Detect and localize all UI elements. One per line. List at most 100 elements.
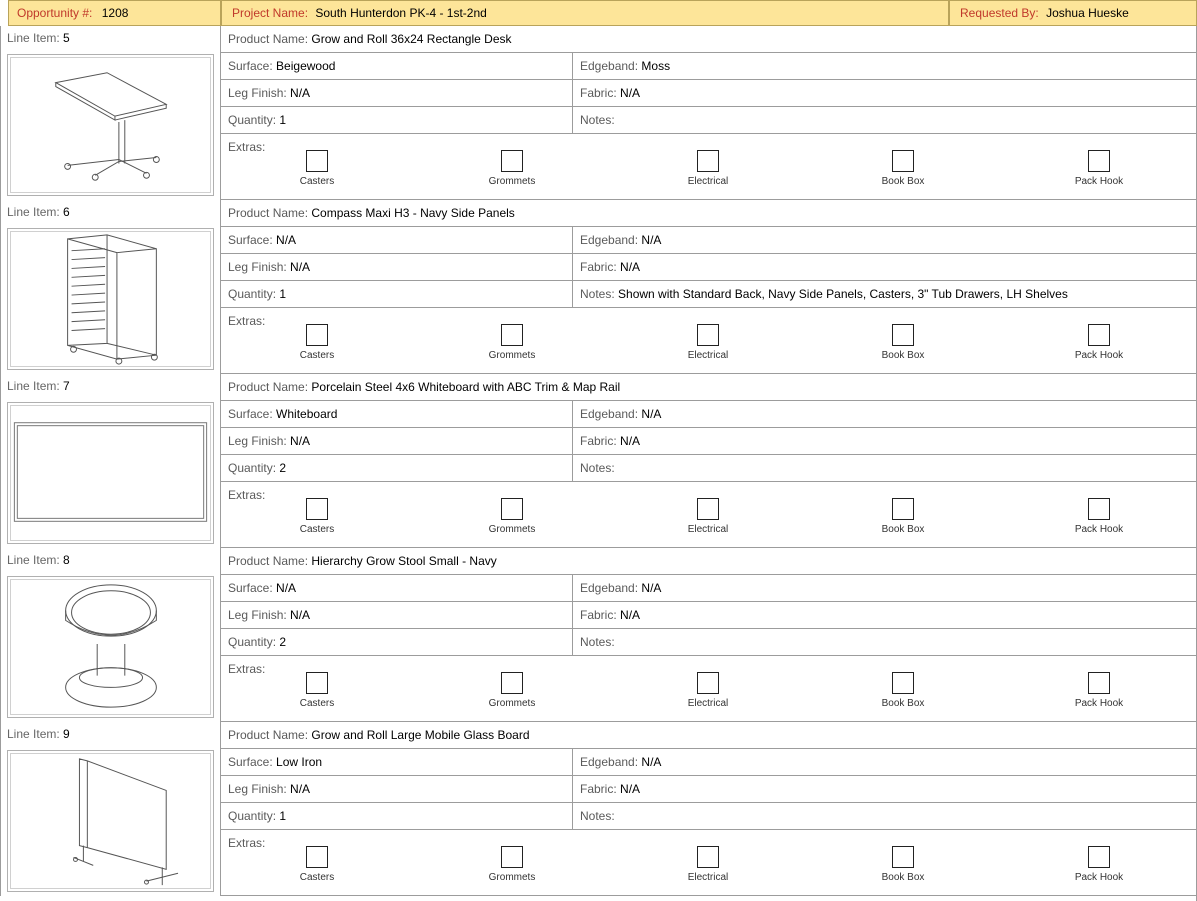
extra-checkbox[interactable] [892,498,914,520]
quantity-row: Quantity: 2 Notes: [221,629,1197,656]
extra-checkbox[interactable] [697,672,719,694]
project-value: South Hunterdon PK-4 - 1st-2nd [315,6,487,20]
quantity-row: Quantity: 2 Notes: [221,455,1197,482]
fabric-value: N/A [620,608,641,622]
extra-option[interactable]: Casters [257,150,377,187]
extra-option[interactable]: Pack Hook [1039,324,1159,361]
extra-option[interactable]: Casters [257,498,377,535]
surface-row: Surface: Beigewood Edgeband: Moss [221,53,1197,80]
extra-checkbox[interactable] [306,150,328,172]
notes-label: Notes: [580,287,615,301]
extra-option[interactable]: Book Box [843,150,963,187]
quantity-row: Quantity: 1 Notes: [221,803,1197,830]
extra-checkbox[interactable] [1088,324,1110,346]
notes-label: Notes: [580,635,615,649]
extra-checkbox[interactable] [1088,846,1110,868]
extra-option[interactable]: Pack Hook [1039,150,1159,187]
extra-checkbox[interactable] [501,150,523,172]
extra-option[interactable]: Pack Hook [1039,672,1159,709]
line-item-label: Line Item: [7,31,60,45]
extra-checkbox[interactable] [501,324,523,346]
extra-checkbox[interactable] [501,672,523,694]
fabric-label: Fabric: [580,86,617,100]
product-name-row: Product Name: Grow and Roll Large Mobile… [221,722,1197,749]
extra-checkbox[interactable] [306,324,328,346]
extra-checkbox[interactable] [697,150,719,172]
product-name-label: Product Name: [228,380,309,394]
product-name-row: Product Name: Compass Maxi H3 - Navy Sid… [221,200,1197,227]
line-item-number: Line Item: 7 [7,379,70,393]
extra-checkbox[interactable] [306,846,328,868]
line-item-image-column: Line Item: 7 [0,374,221,548]
extra-option[interactable]: Electrical [648,498,768,535]
opportunity-label: Opportunity #: [17,6,93,20]
extra-option[interactable]: Grommets [452,498,572,535]
product-name-value: Grow and Roll Large Mobile Glass Board [311,728,530,742]
extra-label: Book Box [881,698,925,709]
extra-checkbox[interactable] [501,846,523,868]
quantity-label: Quantity: [228,287,277,301]
extra-checkbox[interactable] [1088,672,1110,694]
extra-checkbox[interactable] [697,498,719,520]
surface-label: Surface: [228,233,273,247]
desk-icon [7,54,214,196]
line-item-5: Line Item: 5 Product Name: Grow and Roll… [0,26,1197,200]
extra-option[interactable]: Book Box [843,498,963,535]
extra-option[interactable]: Grommets [452,672,572,709]
extra-option[interactable]: Grommets [452,846,572,883]
requested-label: Requested By: [960,6,1039,20]
extra-option[interactable]: Casters [257,846,377,883]
extra-option[interactable]: Pack Hook [1039,498,1159,535]
extra-option[interactable]: Grommets [452,324,572,361]
extra-checkbox[interactable] [306,672,328,694]
extra-option[interactable]: Book Box [843,672,963,709]
extra-option[interactable]: Electrical [648,672,768,709]
extra-checkbox[interactable] [1088,498,1110,520]
leg-finish-row: Leg Finish: N/A Fabric: N/A [221,254,1197,281]
extra-option[interactable]: Electrical [648,324,768,361]
edgeband-value: N/A [641,233,662,247]
notes-label: Notes: [580,461,615,475]
extra-option[interactable]: Casters [257,324,377,361]
extra-option[interactable]: Grommets [452,150,572,187]
extra-checkbox[interactable] [892,672,914,694]
surface-value: Whiteboard [276,407,338,421]
quantity-value: 1 [279,809,287,823]
extra-checkbox[interactable] [1088,150,1110,172]
extra-checkbox[interactable] [892,324,914,346]
extra-option[interactable]: Pack Hook [1039,846,1159,883]
line-item-number: Line Item: 6 [7,205,70,219]
quantity-value: 2 [279,461,287,475]
extra-option[interactable]: Book Box [843,846,963,883]
quantity-value: 1 [279,113,287,127]
extra-label: Casters [299,350,335,361]
extra-checkbox[interactable] [697,324,719,346]
leg-finish-value: N/A [290,86,311,100]
edgeband-value: N/A [641,755,662,769]
extra-checkbox[interactable] [306,498,328,520]
extra-option[interactable]: Casters [257,672,377,709]
extra-label: Grommets [488,872,536,883]
extra-label: Book Box [881,350,925,361]
extra-label: Grommets [488,524,536,535]
extra-checkbox[interactable] [501,498,523,520]
surface-row: Surface: N/A Edgeband: N/A [221,575,1197,602]
product-name-value: Hierarchy Grow Stool Small - Navy [311,554,497,568]
extras-row: Extras: Casters Grommets Electrical Book Bo… [221,308,1197,374]
leg-finish-row: Leg Finish: N/A Fabric: N/A [221,428,1197,455]
extra-label: Electrical [687,872,729,883]
extra-label: Pack Hook [1074,698,1124,709]
extra-checkbox[interactable] [892,846,914,868]
leg-finish-value: N/A [290,608,311,622]
quantity-value: 2 [279,635,287,649]
extra-option[interactable]: Electrical [648,150,768,187]
line-item-label: Line Item: [7,553,60,567]
extra-label: Casters [299,872,335,883]
extra-checkbox[interactable] [892,150,914,172]
extra-checkbox[interactable] [697,846,719,868]
extra-option[interactable]: Book Box [843,324,963,361]
edgeband-value: N/A [641,581,662,595]
fabric-value: N/A [620,782,641,796]
extra-label: Book Box [881,176,925,187]
extra-option[interactable]: Electrical [648,846,768,883]
